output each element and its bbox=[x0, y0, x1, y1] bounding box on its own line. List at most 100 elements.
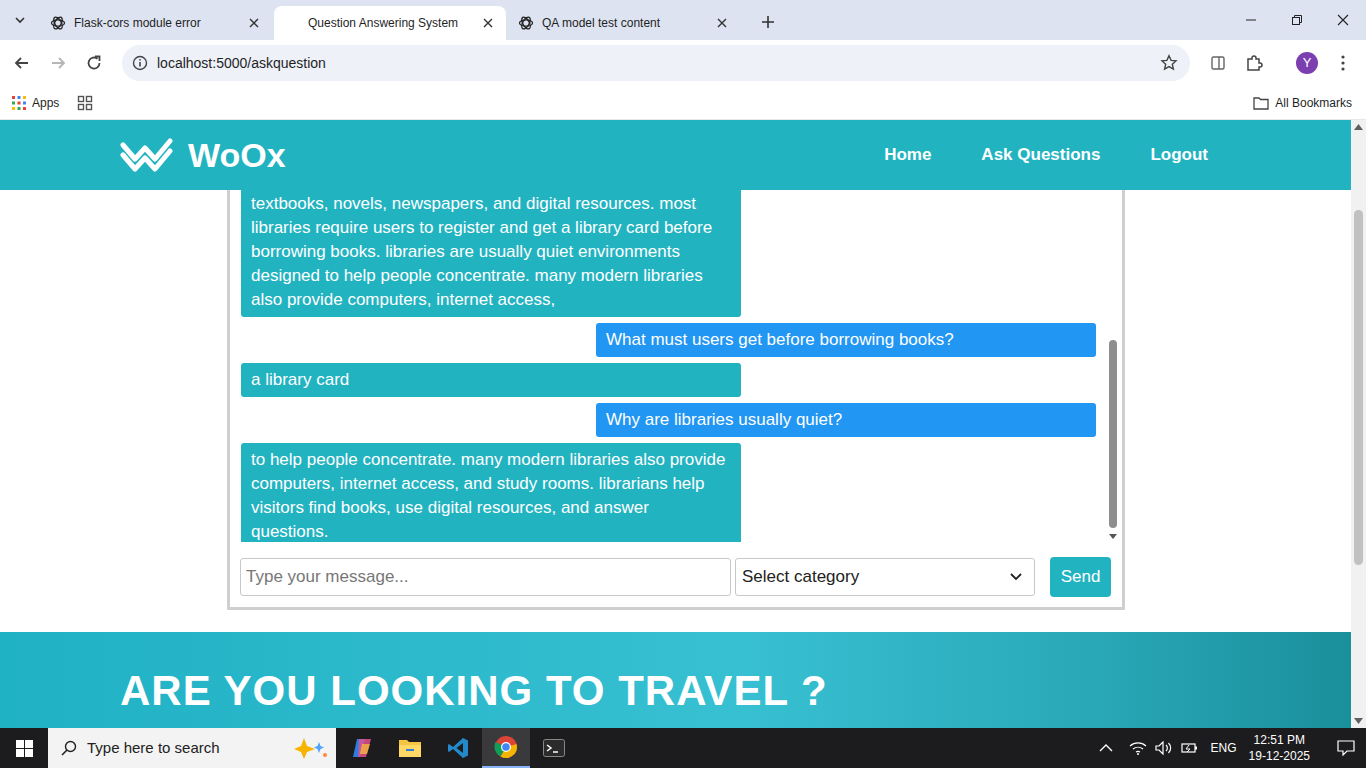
favicon-slot bbox=[284, 15, 300, 31]
restore-button[interactable] bbox=[1274, 0, 1320, 40]
close-tab-icon[interactable] bbox=[483, 18, 493, 28]
copilot-app[interactable] bbox=[338, 728, 386, 768]
network-icon[interactable] bbox=[1129, 741, 1147, 755]
scroll-down-icon[interactable] bbox=[1354, 718, 1363, 724]
profile-button[interactable]: Y bbox=[1289, 45, 1325, 81]
start-button[interactable] bbox=[0, 728, 48, 768]
volume-icon[interactable] bbox=[1155, 741, 1173, 755]
message-text: What must users get before borrowing boo… bbox=[606, 330, 954, 349]
message-text: textbooks, novels, newspapers, and digit… bbox=[251, 194, 712, 309]
new-tab-button[interactable] bbox=[754, 8, 782, 36]
bookmark-item[interactable]: Apps bbox=[12, 94, 59, 112]
tab-label: Flask-cors module error bbox=[74, 14, 238, 32]
folder-icon bbox=[398, 738, 422, 758]
address-bar[interactable]: localhost:5000/askquestion bbox=[122, 45, 1190, 81]
tab-strip: Flask-cors module error Question Answerin… bbox=[0, 0, 1366, 40]
tab-list: Flask-cors module error Question Answerin… bbox=[40, 6, 740, 40]
chatgpt-icon bbox=[518, 15, 534, 31]
tab-label: QA model test content bbox=[542, 14, 706, 32]
forward-arrow-icon bbox=[50, 55, 66, 71]
message-text: to help people concentrate. many modern … bbox=[251, 450, 725, 541]
chatgpt-icon bbox=[50, 15, 66, 31]
tab-groups-button[interactable] bbox=[73, 91, 97, 115]
search-highlight-icon bbox=[294, 736, 328, 760]
url-text: localhost:5000/askquestion bbox=[157, 53, 1160, 74]
page-scrollbar[interactable] bbox=[1351, 120, 1366, 728]
scroll-up-icon[interactable] bbox=[1354, 124, 1363, 130]
message-row: to help people concentrate. many modern … bbox=[241, 443, 1096, 542]
close-tab-icon[interactable] bbox=[249, 18, 259, 28]
tab-label: Question Answering System bbox=[308, 14, 472, 32]
chrome-icon bbox=[494, 735, 518, 759]
browser-tab[interactable]: QA model test content bbox=[508, 6, 740, 40]
reload-button[interactable] bbox=[76, 45, 112, 81]
more-dots-icon bbox=[1341, 55, 1345, 71]
close-tab-button[interactable] bbox=[246, 15, 262, 31]
chrome-app[interactable] bbox=[482, 728, 530, 768]
vscode-icon bbox=[447, 737, 469, 759]
chat-scrollbar[interactable] bbox=[1108, 190, 1118, 542]
message-input[interactable] bbox=[240, 558, 731, 596]
vscode-app[interactable] bbox=[434, 728, 482, 768]
restore-icon bbox=[1291, 14, 1303, 26]
message-row: What must users get before borrowing boo… bbox=[241, 323, 1096, 357]
taskbar-search[interactable]: Type here to search bbox=[48, 728, 336, 768]
taskbar: Type here to search ENG 12:51 PM 19-12-2… bbox=[0, 728, 1366, 768]
side-panel-icon bbox=[1210, 55, 1226, 71]
search-icon bbox=[61, 740, 77, 756]
nav-link[interactable]: Logout bbox=[1150, 142, 1208, 168]
browser-tab[interactable]: Question Answering System bbox=[274, 6, 506, 40]
language-indicator[interactable]: ENG bbox=[1211, 739, 1237, 757]
reload-icon bbox=[86, 55, 102, 71]
page-scrollbar-thumb[interactable] bbox=[1354, 210, 1363, 565]
scroll-down-icon[interactable] bbox=[1109, 534, 1117, 540]
browser-toolbar: localhost:5000/askquestion Y bbox=[0, 40, 1366, 86]
bookmarks-bar: Apps All Bookmarks bbox=[0, 86, 1366, 120]
close-tab-button[interactable] bbox=[480, 15, 496, 31]
user-message: What must users get before borrowing boo… bbox=[596, 323, 1096, 357]
minimize-icon bbox=[1245, 14, 1257, 26]
tab-favicon bbox=[50, 15, 66, 31]
message-list: textbooks, novels, newspapers, and digit… bbox=[241, 190, 1096, 542]
forward-button[interactable] bbox=[40, 45, 76, 81]
tab-search-button[interactable] bbox=[0, 0, 40, 40]
close-tab-button[interactable] bbox=[714, 15, 730, 31]
site-logo[interactable]: WoOx bbox=[120, 137, 286, 173]
terminal-app[interactable] bbox=[530, 728, 578, 768]
send-button[interactable]: Send bbox=[1050, 557, 1111, 597]
user-message: Why are libraries usually quiet? bbox=[596, 403, 1096, 437]
chat-scrollbar-thumb[interactable] bbox=[1109, 340, 1117, 528]
site-nav: Home Ask Questions Logout bbox=[884, 142, 1208, 168]
file-explorer-app[interactable] bbox=[386, 728, 434, 768]
chat-messages-area: textbooks, novels, newspapers, and digit… bbox=[230, 190, 1122, 542]
message-row: textbooks, novels, newspapers, and digit… bbox=[241, 190, 1096, 317]
nav-link[interactable]: Ask Questions bbox=[981, 142, 1100, 168]
power-icon[interactable] bbox=[1181, 741, 1199, 755]
notification-button[interactable] bbox=[1332, 728, 1360, 768]
logo-text: WoOx bbox=[188, 138, 286, 172]
page-viewport: WoOx Home Ask Questions Logout textbooks, … bbox=[0, 120, 1366, 728]
info-icon bbox=[132, 55, 148, 71]
system-tray: ENG 12:51 PM 19-12-2025 bbox=[1099, 728, 1366, 768]
message-text: Why are libraries usually quiet? bbox=[606, 410, 842, 429]
reading-mode-button[interactable] bbox=[1200, 45, 1236, 81]
category-select[interactable]: Select category bbox=[735, 558, 1035, 596]
browser-tab[interactable]: Flask-cors module error bbox=[40, 6, 272, 40]
back-button[interactable] bbox=[4, 45, 40, 81]
clock[interactable]: 12:51 PM 19-12-2025 bbox=[1249, 732, 1310, 764]
all-bookmarks-label: All Bookmarks bbox=[1275, 94, 1352, 112]
terminal-icon bbox=[543, 739, 565, 757]
all-bookmarks-button[interactable]: All Bookmarks bbox=[1253, 94, 1352, 112]
chevron-down-icon bbox=[14, 14, 26, 26]
close-tab-icon[interactable] bbox=[717, 18, 727, 28]
chat-input-row: Select category Send bbox=[230, 542, 1122, 597]
chat-panel: textbooks, novels, newspapers, and digit… bbox=[227, 190, 1125, 610]
bookmark-star-icon[interactable] bbox=[1160, 54, 1178, 72]
chevron-up-icon[interactable] bbox=[1099, 743, 1113, 753]
menu-button[interactable] bbox=[1325, 45, 1361, 81]
close-window-button[interactable] bbox=[1320, 0, 1366, 40]
apps-grid-icon bbox=[12, 96, 26, 110]
extensions-button[interactable] bbox=[1236, 45, 1272, 81]
nav-link[interactable]: Home bbox=[884, 142, 931, 168]
minimize-button[interactable] bbox=[1228, 0, 1274, 40]
